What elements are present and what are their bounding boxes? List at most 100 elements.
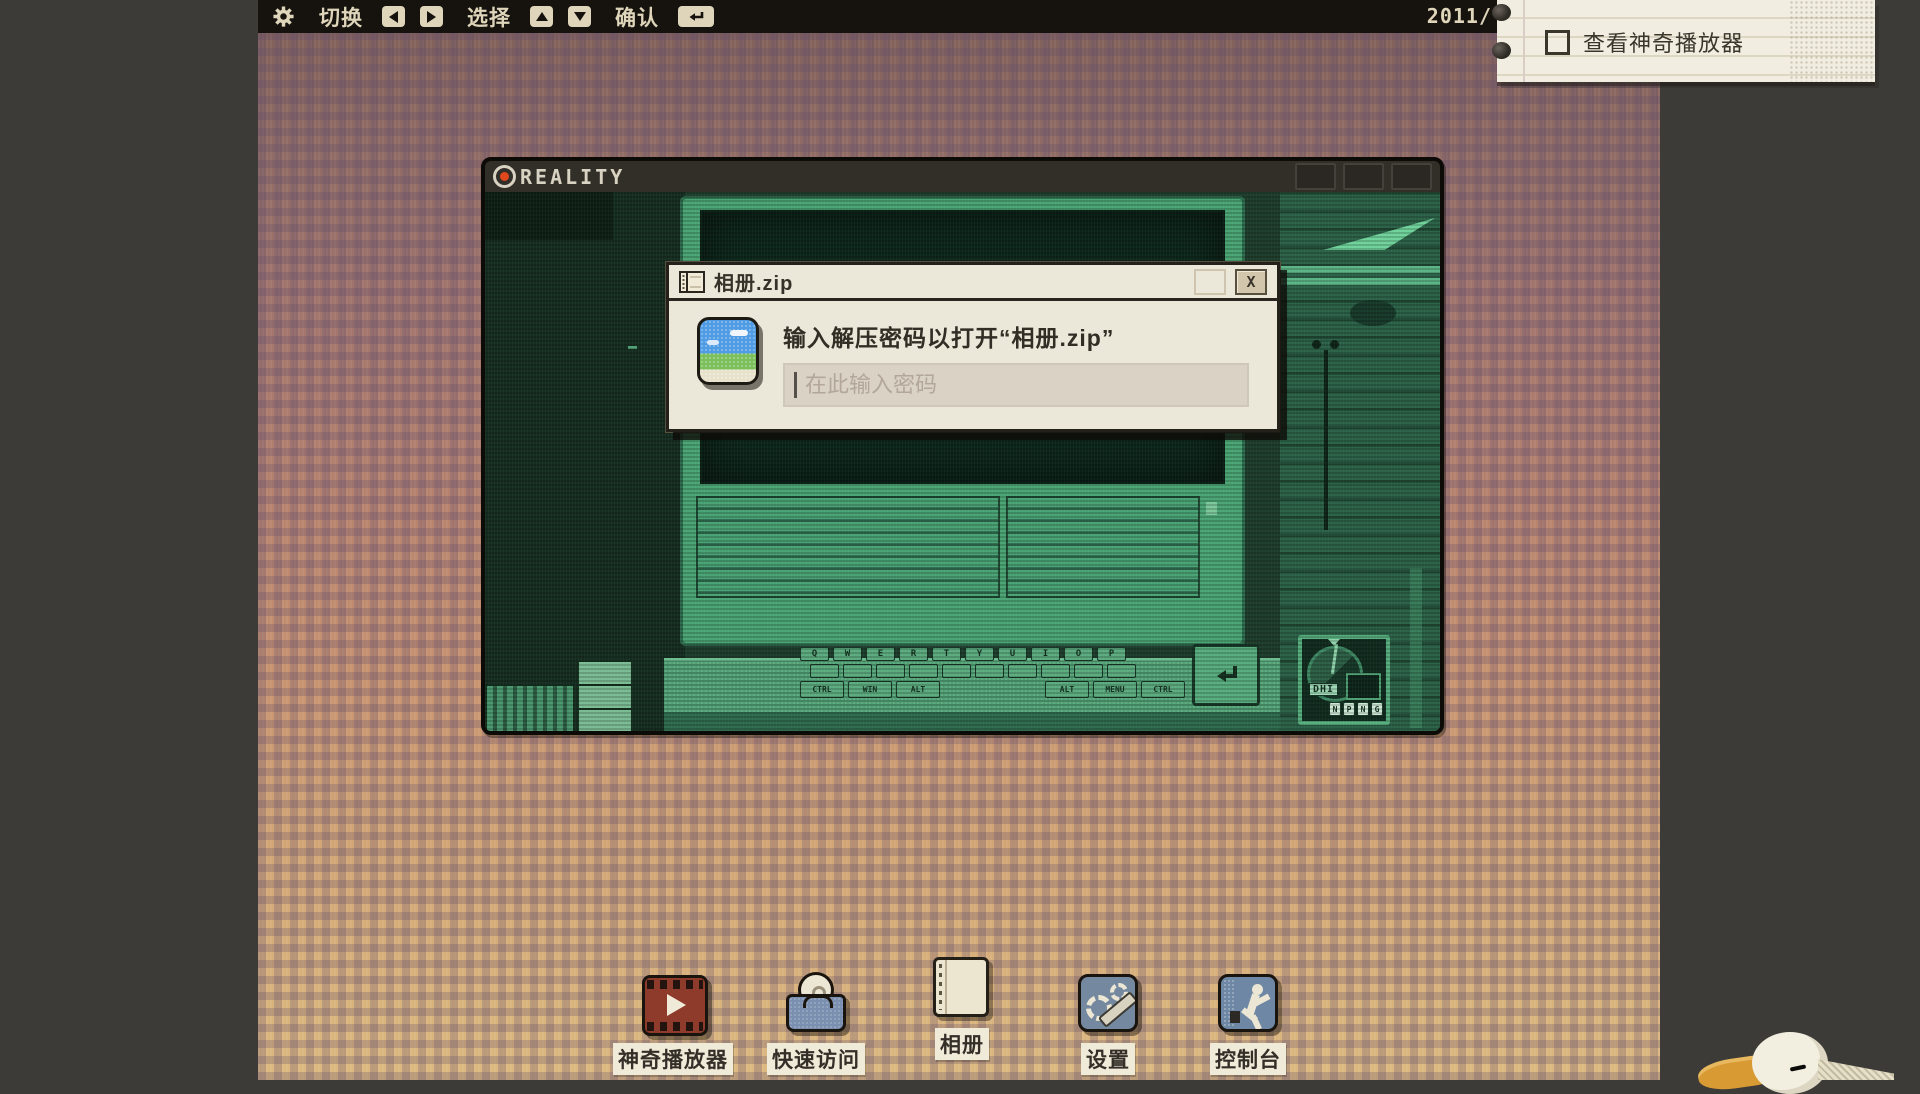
desk-front [664,712,1304,731]
key-cap: W [833,647,862,661]
keyboard-mods-right: ALTMENUCTRL [1045,681,1185,698]
scene-wall-left [485,192,685,731]
key-cap: ALT [1045,681,1089,698]
keyboard: QWERTYUIOP CTRLWINALT ALTMENUCTRL [800,647,1185,701]
monitor-vent-right [1006,496,1200,598]
shelf-recess [1350,300,1396,326]
key-cap: O [1064,647,1093,661]
key-cap [1074,664,1103,678]
photo-album-icon [697,317,759,385]
switch-label: 切换 [319,2,363,32]
key-cap: WIN [848,681,892,698]
switch-right-button[interactable] [420,6,443,27]
key-cap: P [1097,647,1126,661]
keyboard-enter-pad [1192,644,1260,706]
password-input-wrap [783,363,1249,407]
key-cap [1008,664,1037,678]
reality-window: REALITY QWERTYUIOP CTRLWINALT ALTMENUCTR… [481,157,1444,735]
keyboard-spacebar [944,681,1041,698]
film-player-icon [641,972,705,1036]
play-icon [667,994,686,1016]
key-cap [1107,664,1136,678]
shelf-side-panel [1410,568,1422,728]
key-cap: N [1329,702,1341,716]
key-cap: R [899,647,928,661]
desktop-icon-album[interactable]: 相册 [900,957,1024,1060]
dialog-title: 相册.zip [714,267,793,296]
shelf-boards [1280,266,1440,290]
instrument-keys: NPNG [1329,702,1383,716]
desktop-icon-quick-access[interactable]: 快速访问 [756,972,876,1075]
album-book-icon [930,957,994,1021]
gears-wrench-icon [1076,972,1140,1036]
dial-instrument: DHI NPNG [1298,635,1390,725]
todo-label: 查看神奇播放器 [1583,26,1744,58]
lamp-knob [1312,340,1321,349]
monitor-vent-left [696,496,1000,598]
icon-label: 相册 [935,1028,989,1060]
password-dialog: 相册.zip X 输入解压密码以打开“相册.zip” [666,262,1280,432]
key-cap: N [1357,702,1369,716]
key-cap: CTRL [1141,681,1185,698]
keyboard-row-3: CTRLWINALT ALTMENUCTRL [800,681,1185,698]
confirm-enter-button[interactable] [678,6,714,27]
desktop-icon-console[interactable]: 控制台 [1192,972,1304,1075]
bag-disc-icon [784,972,848,1036]
pin-icon [1492,4,1511,21]
icon-label: 神奇播放器 [613,1043,733,1075]
window-button-3[interactable] [1391,163,1432,190]
duck-body [1818,1048,1894,1080]
lamp-pole [1324,350,1328,530]
password-prompt: 输入解压密码以打开“相册.zip” [783,319,1249,353]
key-cap: Y [965,647,994,661]
enter-key-icon [686,10,706,24]
keyboard-mods-left: CTRLWINALT [800,681,940,698]
desktop-icon-magic-player[interactable]: 神奇播放器 [605,972,741,1075]
key-cap: MENU [1093,681,1137,698]
key-cap: CTRL [800,681,844,698]
gear-icon[interactable] [272,5,295,28]
radiator-tower [485,684,575,731]
window-button-2[interactable] [1343,163,1384,190]
password-input[interactable] [783,363,1249,407]
icon-label: 控制台 [1210,1043,1286,1075]
sticky-note: 查看神奇播放器 [1497,0,1875,82]
switch-left-button[interactable] [382,6,405,27]
scene-shelf-shadow [485,192,613,240]
monitor-power-light [1206,502,1217,515]
keyboard-row-1: QWERTYUIOP [800,647,1185,661]
duck-mascot[interactable] [1690,1018,1900,1080]
lamp-knob [1330,340,1339,349]
zip-file-icon [679,271,705,293]
key-cap [843,664,872,678]
todo-item[interactable]: 查看神奇播放器 [1545,26,1744,58]
desktop-icon-settings[interactable]: 设置 [1052,972,1164,1075]
keyboard-row-2 [810,664,1185,678]
instrument-label: DHI [1309,683,1338,696]
cloud-pixel [730,330,748,336]
key-cap: I [1031,647,1060,661]
dialog-close-button[interactable]: X [1235,269,1267,295]
runner-icon [1216,972,1280,1036]
arrow-up-icon [536,12,548,21]
key-cap: G [1371,702,1383,716]
reality-titlebar[interactable]: REALITY [485,161,1440,192]
top-control-bar: 切换 选择 确认 2011/ [258,0,1660,33]
enter-arrow-icon [1211,663,1241,687]
select-up-button[interactable] [530,6,553,27]
dialog-secondary-button[interactable] [1194,269,1226,295]
arrow-right-icon [427,11,436,23]
key-cap: P [1343,702,1355,716]
dialog-body: 输入解压密码以打开“相册.zip” [669,301,1277,429]
select-down-button[interactable] [568,6,591,27]
todo-checkbox[interactable] [1545,30,1570,55]
key-cap [876,664,905,678]
window-button-1[interactable] [1295,163,1336,190]
dialog-titlebar[interactable]: 相册.zip X [669,265,1277,301]
text-caret [794,372,797,398]
icon-label: 快速访问 [767,1043,865,1075]
key-cap [1041,664,1070,678]
arrow-left-icon [389,11,398,23]
window-title: REALITY [520,165,625,189]
pin-icon [1492,42,1511,59]
